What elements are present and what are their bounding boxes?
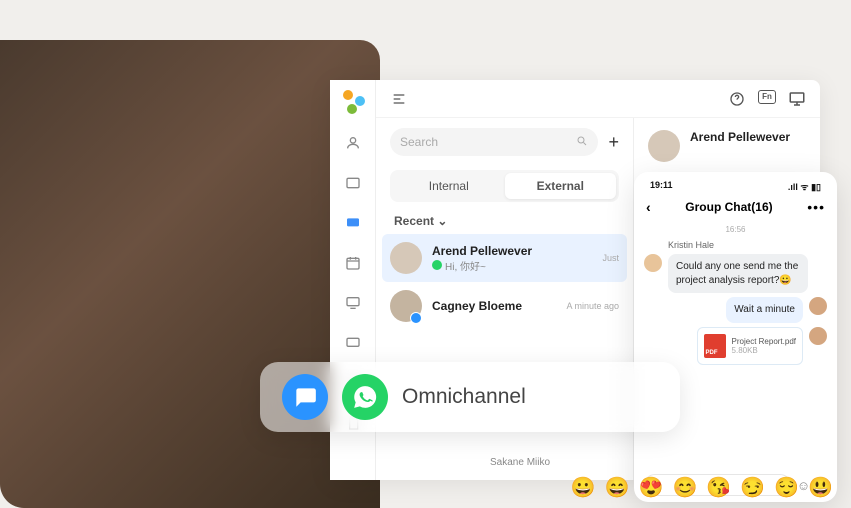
help-icon[interactable] [728, 90, 746, 108]
file-name: Project Report.pdf [732, 337, 796, 346]
sender-name: Kristin Hale [644, 240, 827, 252]
signal-wifi-battery-icon: .ıll ᯤ ▮▯ [788, 180, 821, 193]
contact-avatar [648, 130, 680, 162]
whatsapp-icon [432, 260, 442, 270]
emoji[interactable]: 😏 [740, 475, 765, 500]
monitor-icon[interactable] [342, 292, 364, 314]
msg-avatar [644, 254, 662, 272]
sms-channel-icon [282, 374, 328, 420]
contacts-icon[interactable] [342, 132, 364, 154]
chat-name: Arend Pellewever [432, 244, 592, 258]
topbar: Fn [376, 80, 820, 118]
avatar [390, 290, 422, 322]
new-chat-button[interactable]: + [608, 132, 619, 153]
sms-icon [410, 312, 422, 324]
pdf-icon [704, 334, 726, 358]
mobile-preview: 19:11 .ıll ᯤ ▮▯ ‹ Group Chat(16) ••• 16:… [634, 172, 837, 502]
chat-item[interactable]: Arend Pellewever Hi, 你好~ Just [382, 234, 627, 282]
chat-item[interactable]: Cagney Bloeme A minute ago [376, 282, 633, 330]
emoji[interactable]: 😃 [808, 475, 833, 500]
search-input[interactable]: Search [390, 128, 598, 156]
tab-external[interactable]: External [505, 173, 617, 199]
chat-title: Group Chat(16) [685, 200, 772, 214]
contact-name: Arend Pellewever [690, 130, 790, 144]
emoji[interactable]: 😀 [571, 475, 596, 500]
search-icon [576, 135, 588, 150]
file-attachment[interactable]: Project Report.pdf 5.80KB [697, 327, 803, 365]
calendar-icon[interactable] [342, 252, 364, 274]
fn-icon[interactable]: Fn [758, 90, 776, 104]
chat-preview: Hi, 你好~ [432, 258, 592, 273]
phone-status-bar: 19:11 .ıll ᯤ ▮▯ [644, 180, 827, 195]
whatsapp-channel-icon [342, 374, 388, 420]
chat-icon[interactable] [342, 212, 364, 234]
file-size: 5.80KB [732, 346, 796, 355]
card-icon[interactable] [342, 172, 364, 194]
more-icon[interactable]: ••• [807, 199, 825, 215]
emoji[interactable]: 😍 [639, 475, 664, 500]
recent-label: Recent ⌄ [376, 210, 633, 234]
search-placeholder: Search [400, 135, 438, 149]
screen-icon[interactable] [342, 332, 364, 354]
tab-internal[interactable]: Internal [393, 173, 505, 199]
emoji[interactable]: 😌 [774, 475, 799, 500]
message-bubble: Wait a minute [726, 297, 803, 323]
emoji-row: 😀 😄 😍 😊 😘 😏 😌 😃 [571, 475, 833, 500]
emoji[interactable]: 😊 [672, 475, 697, 500]
chat-time: Just [602, 253, 619, 263]
msg-avatar [809, 297, 827, 315]
back-button[interactable]: ‹ [646, 199, 651, 215]
chevron-down-icon: ⌄ [437, 214, 447, 228]
omnichannel-label: Omnichannel [402, 385, 526, 409]
chat-name: Cagney Bloeme [432, 299, 556, 313]
thread-timestamp: 16:56 [644, 223, 827, 240]
promo-photo [0, 40, 380, 508]
display-icon[interactable] [788, 90, 806, 108]
avatar [390, 242, 422, 274]
menu-toggle-icon[interactable] [390, 90, 408, 108]
chat-tabs: Internal External [390, 170, 619, 202]
message-bubble: Could any one send me the project analys… [668, 254, 808, 293]
emoji[interactable]: 😄 [605, 475, 630, 500]
app-logo [341, 90, 365, 114]
omnichannel-bar: Omnichannel [260, 362, 680, 432]
chat-time: A minute ago [566, 301, 619, 311]
emoji[interactable]: 😘 [706, 475, 731, 500]
msg-avatar [809, 327, 827, 345]
